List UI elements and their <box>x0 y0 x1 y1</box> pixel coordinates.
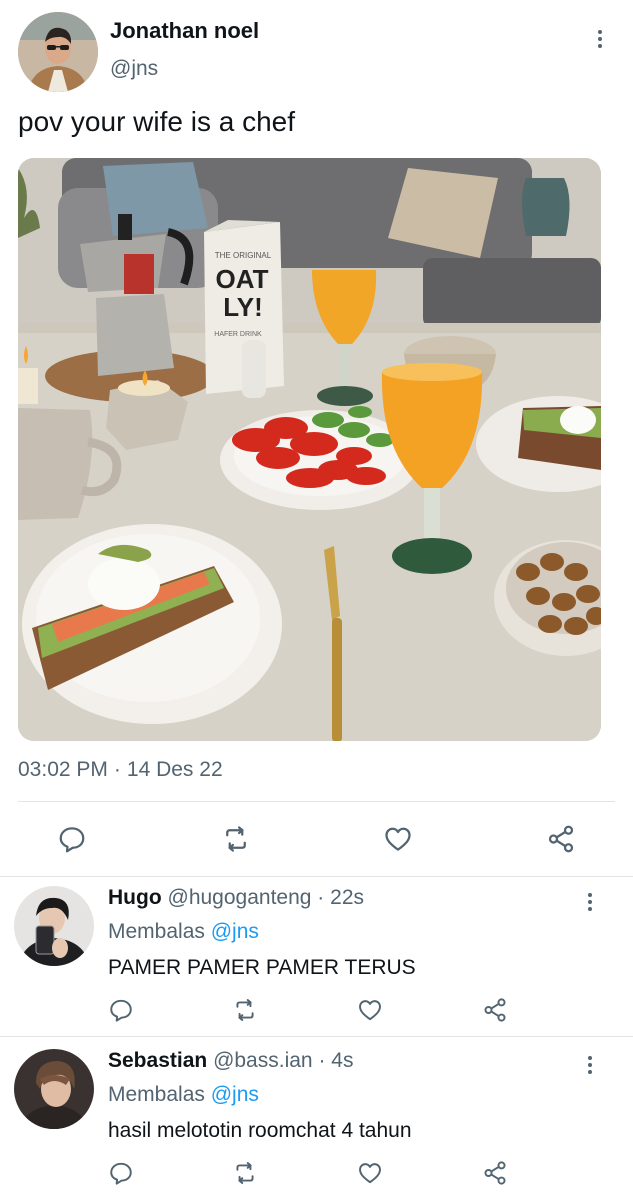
reply-avatar[interactable] <box>14 1049 94 1129</box>
replying-label: Membalas <box>108 1083 205 1106</box>
more-vertical-icon[interactable] <box>588 27 612 51</box>
reply-author-name[interactable]: Hugo <box>108 886 162 909</box>
more-vertical-icon[interactable] <box>578 890 602 914</box>
like-button[interactable] <box>353 993 387 1027</box>
tweet-photo[interactable]: THE ORIGINAL OAT LY! HAFER DRINK <box>18 158 601 741</box>
timestamp-separator: · <box>113 758 121 781</box>
heart-icon <box>359 1000 381 1021</box>
more-vertical-icon[interactable] <box>578 1053 602 1077</box>
carton-brand-small: THE ORIGINAL <box>215 251 272 260</box>
replying-to: Membalas @jns <box>108 920 259 944</box>
reply-separator: · <box>318 1049 326 1072</box>
retweet-icon <box>236 1162 254 1184</box>
tweet-timestamp: 03:02 PM · 14 Des 22 <box>18 758 223 782</box>
author-handle[interactable]: @jns <box>110 57 158 81</box>
divider <box>0 876 633 877</box>
retweet-button[interactable] <box>228 1156 262 1190</box>
comment-icon <box>110 1162 132 1185</box>
heart-icon <box>359 1163 381 1184</box>
share-button[interactable] <box>478 1156 512 1190</box>
share-icon <box>484 1161 506 1185</box>
reply-avatar[interactable] <box>14 886 94 966</box>
mention-link[interactable]: @jns <box>211 920 259 943</box>
share-icon <box>484 998 506 1022</box>
reply-button[interactable] <box>104 1156 138 1190</box>
reply-text: PAMER PAMER PAMER TERUS <box>108 956 416 979</box>
share-button[interactable] <box>478 993 512 1027</box>
heart-icon <box>385 827 411 851</box>
retweet-button[interactable] <box>219 822 253 856</box>
retweet-icon <box>226 826 246 852</box>
carton-brand-big-2: LY! <box>223 292 263 322</box>
share-icon <box>548 825 574 853</box>
reply-button[interactable] <box>104 993 138 1027</box>
comment-icon <box>59 827 85 853</box>
retweet-button[interactable] <box>228 993 262 1027</box>
reply-time: 4s <box>331 1049 354 1072</box>
divider <box>18 801 615 802</box>
reply-text: hasil melototin roomchat 4 tahun <box>108 1119 412 1142</box>
reply-header: Sebastian @bass.ian · 4s <box>108 1049 353 1073</box>
reply-author-handle[interactable]: @hugoganteng <box>168 886 312 909</box>
replying-to: Membalas @jns <box>108 1083 259 1107</box>
reply-tweet[interactable]: Hugo @hugoganteng · 22s Membalas @jns PA… <box>0 886 633 1036</box>
reply-tweet[interactable]: Sebastian @bass.ian · 4s Membalas @jns h… <box>0 1049 633 1200</box>
reply-button[interactable] <box>55 822 89 856</box>
author-avatar[interactable] <box>18 12 98 92</box>
author-name[interactable]: Jonathan noel <box>110 18 259 44</box>
reply-author-handle[interactable]: @bass.ian <box>213 1049 313 1072</box>
share-button[interactable] <box>544 822 578 856</box>
like-button[interactable] <box>353 1156 387 1190</box>
reply-author-name[interactable]: Sebastian <box>108 1049 207 1072</box>
tweet-time: 03:02 PM <box>18 758 108 781</box>
replying-label: Membalas <box>108 920 205 943</box>
tweet-text: pov your wife is a chef <box>18 106 296 137</box>
reply-separator: · <box>317 886 325 909</box>
carton-brand-big-1: OAT <box>216 264 269 294</box>
retweet-icon <box>236 999 254 1021</box>
like-button[interactable] <box>381 822 415 856</box>
divider <box>0 1036 633 1037</box>
mention-link[interactable]: @jns <box>211 1083 259 1106</box>
reply-header: Hugo @hugoganteng · 22s <box>108 886 364 910</box>
comment-icon <box>110 999 132 1022</box>
tweet-date: 14 Des 22 <box>126 758 223 781</box>
reply-time: 22s <box>330 886 364 909</box>
carton-product: HAFER DRINK <box>214 331 262 338</box>
main-tweet: Jonathan noel @jns pov your wife is a ch… <box>0 0 633 876</box>
